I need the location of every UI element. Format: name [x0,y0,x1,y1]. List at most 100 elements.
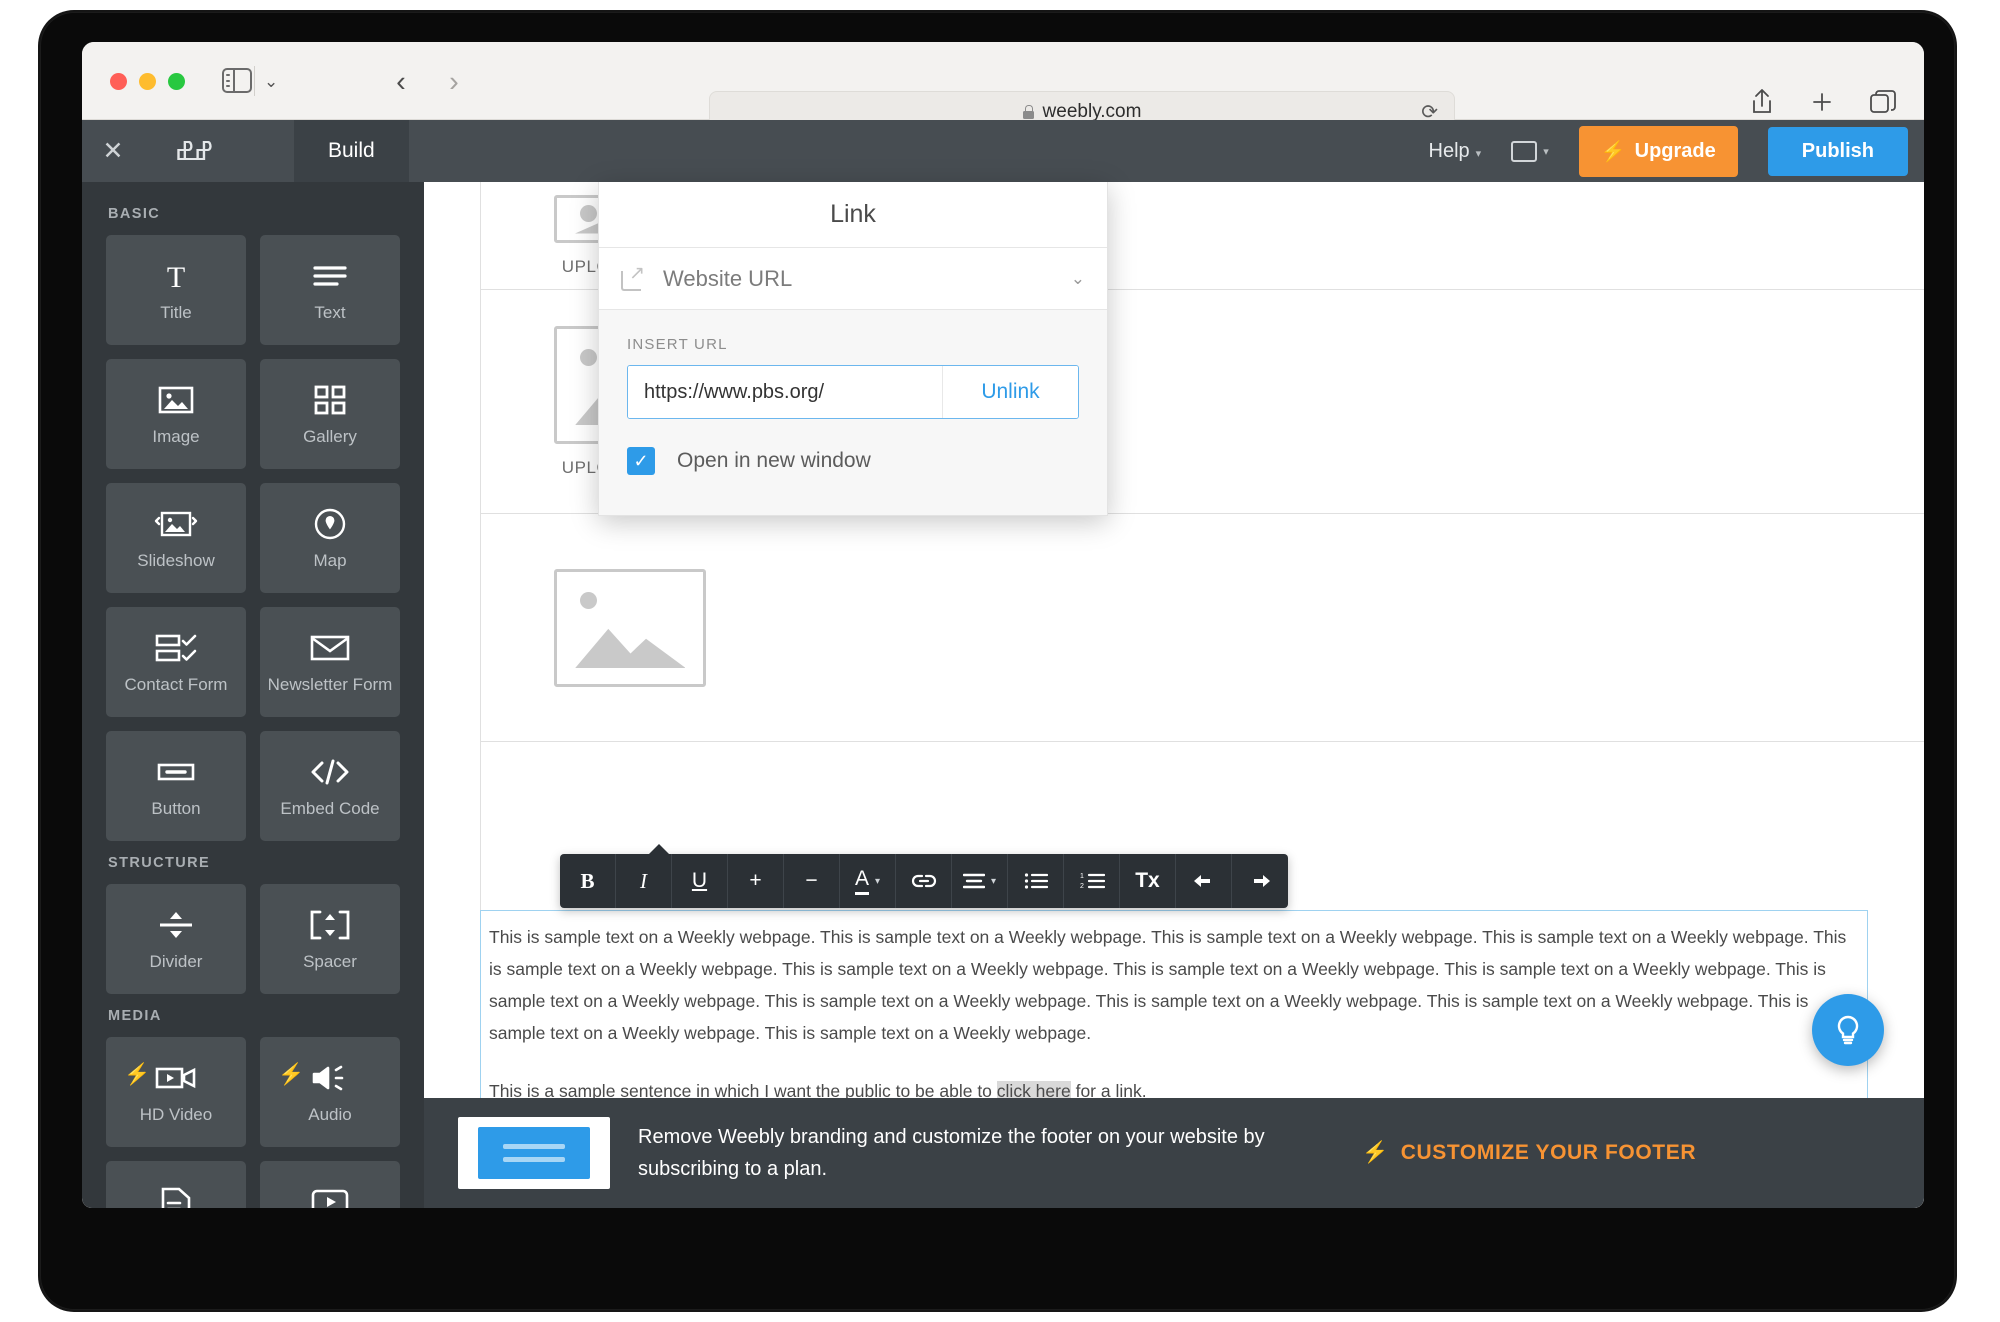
link-button[interactable] [896,854,952,908]
button-icon [157,753,195,791]
image-icon [158,381,194,419]
contact-form-icon [155,629,197,667]
gallery-grid-icon [314,381,346,419]
element-embed-code[interactable]: Embed Code [260,731,400,841]
open-new-window-checkbox[interactable]: ✓ [627,447,655,475]
weebly-logo[interactable]: ߝߝ [144,136,244,167]
image-placeholder-cell[interactable] [480,568,780,687]
element-divider[interactable]: Divider [106,884,246,994]
undo-arrow-icon [1193,875,1210,887]
image-row[interactable] [480,514,1924,742]
url-input[interactable] [628,366,942,418]
underline-button[interactable]: U [672,854,728,908]
element-hd-video[interactable]: ⚡ HD Video [106,1037,246,1147]
align-icon [962,873,985,889]
sun-shape [580,348,598,366]
customize-footer-button[interactable]: ⚡ CUSTOMIZE YOUR FOOTER [1362,1141,1696,1165]
rich-text-toolbar: B I U + − A ▾ ▾ 1 2 Tx [560,854,1288,908]
element-label: HD Video [139,1105,213,1125]
element-title[interactable]: T Title [106,235,246,345]
plus-icon[interactable] [1810,90,1834,114]
link-dialog-body: INSERT URL Unlink ✓ Open in new window [599,310,1107,515]
bullet-list-button[interactable] [1008,854,1064,908]
close-editor-button[interactable]: ✕ [82,138,144,164]
chevron-down-icon: ▾ [874,875,881,887]
minimize-window-button[interactable] [139,73,156,90]
panel-section-media: MEDIA [108,1008,162,1024]
paragraph-1: This is sample text on a Weekly webpage.… [489,927,1847,1043]
element-label: Newsletter Form [267,675,393,695]
text-color-button[interactable]: A ▾ [840,854,896,908]
forward-button[interactable]: › [437,66,471,100]
element-label: Gallery [303,427,357,447]
publish-button[interactable]: Publish [1767,126,1908,176]
window-controls[interactable] [110,73,185,90]
divider-icon [158,906,194,944]
element-audio[interactable]: ⚡ Audio [260,1037,400,1147]
close-window-button[interactable] [110,73,127,90]
bold-button[interactable]: B [560,854,616,908]
element-spacer[interactable]: Spacer [260,884,400,994]
element-label: Image [152,427,200,447]
tab-overview-icon[interactable] [1870,89,1896,114]
envelope-icon [310,629,350,667]
upgrade-label: Upgrade [1634,139,1716,162]
align-button[interactable]: ▾ [952,854,1008,908]
element-gallery[interactable]: Gallery [260,359,400,469]
device-preview-menu[interactable]: ▾ [1511,140,1549,162]
unlink-button[interactable]: Unlink [942,366,1078,418]
share-icon[interactable] [1750,88,1774,115]
element-button[interactable]: Button [106,731,246,841]
clear-format-button[interactable]: Tx [1120,854,1176,908]
toolbar-actions [1750,88,1896,115]
help-menu[interactable]: Help ▾ [1429,140,1482,163]
weebly-header: ✕ ߝߝ Build Help ▾ ▾ ⚡ Upgrade Publish [82,120,1924,182]
chevron-down-icon[interactable]: ⌄ [264,72,278,92]
footer-upsell-banner: Remove Weebly branding and customize the… [424,1098,1924,1208]
bolt-icon: ⚡ [1600,140,1626,163]
element-slideshow[interactable]: Slideshow [106,483,246,593]
lightbulb-icon [1837,1015,1859,1045]
chevron-down-icon: ▾ [1543,145,1549,158]
bolt-icon: ⚡ [278,1063,305,1086]
tab-build[interactable]: Build [294,120,409,182]
element-image[interactable]: Image [106,359,246,469]
element-text[interactable]: Text [260,235,400,345]
redo-button[interactable] [1232,854,1288,908]
help-bubble-button[interactable] [1812,994,1884,1066]
url-input-row: Unlink [627,365,1079,419]
element-map[interactable]: Map [260,483,400,593]
safari-window: ⌄ ‹ › weebly.com ⟳ ✕ ߝߝ Build Help ▾ ▾ ⚡… [82,42,1924,1208]
lock-icon [1022,105,1034,119]
svg-text:2: 2 [1080,883,1084,890]
monitor-icon [1511,140,1538,162]
element-newsletter-form[interactable]: Newsletter Form [260,607,400,717]
bolt-icon: ⚡ [1362,1141,1389,1164]
link-type-select[interactable]: Website URL ⌄ [599,248,1107,310]
open-new-window-row[interactable]: ✓ Open in new window [627,447,1079,475]
decrease-font-button[interactable]: − [784,854,840,908]
sun-shape [580,591,598,609]
svg-text:T: T [167,261,185,292]
sidebar-toggle-button[interactable] [222,68,252,94]
elements-panel: BASIC T Title Text Image Gallery Slidesh… [82,182,424,1208]
panel-grid-structure: Divider Spacer [106,884,400,994]
element-label: Button [151,799,201,819]
back-button[interactable]: ‹ [384,66,418,100]
undo-button[interactable] [1176,854,1232,908]
element-label: Text [314,303,346,323]
element-document[interactable]: Document [106,1161,246,1208]
increase-font-button[interactable]: + [728,854,784,908]
bullet-list-icon [1024,873,1048,889]
upgrade-button[interactable]: ⚡ Upgrade [1578,125,1738,177]
text-lines-icon [312,257,348,295]
element-contact-form[interactable]: Contact Form [106,607,246,717]
element-label: Slideshow [137,551,215,571]
numbered-list-button[interactable]: 1 2 [1064,854,1120,908]
maximize-window-button[interactable] [168,73,185,90]
chevron-down-icon: ⌄ [1070,268,1085,288]
external-link-icon [621,262,645,291]
screenshot-root: ⌄ ‹ › weebly.com ⟳ ✕ ߝߝ Build Help ▾ ▾ ⚡… [0,0,2000,1322]
italic-button[interactable]: I [616,854,672,908]
element-video[interactable]: Video [260,1161,400,1208]
